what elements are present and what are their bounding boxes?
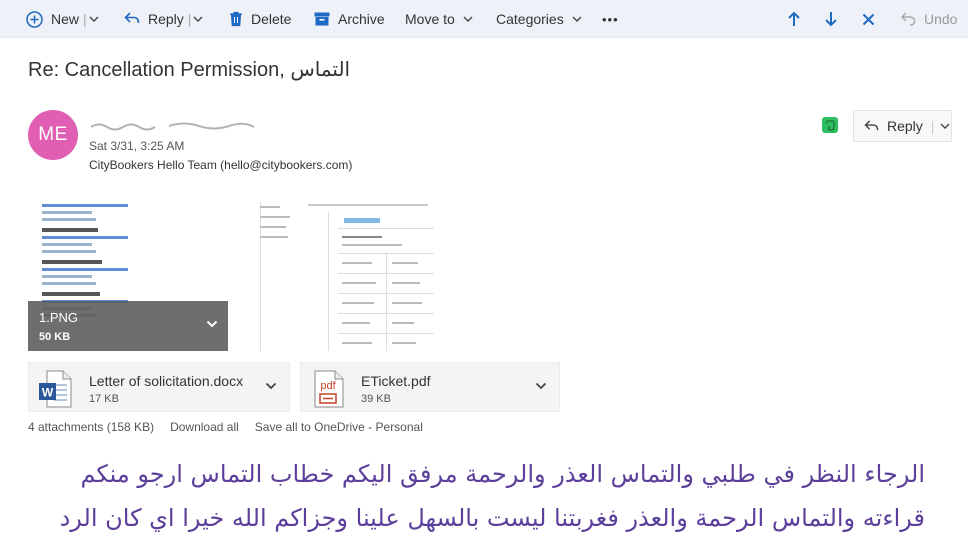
message-body: الرجاء النظر في طلبي والتماس العذر والرح…: [20, 452, 925, 540]
close-icon: [862, 13, 875, 25]
chevron-down-icon[interactable]: [193, 14, 203, 24]
categories-label: Categories: [496, 11, 564, 27]
message-date: Sat 3/31, 3:25 AM: [89, 139, 185, 153]
move-to-label: Move to: [405, 11, 455, 27]
chevron-down-icon: [572, 16, 582, 22]
attachments-bar: 4 attachments (158 KB) Download all Save…: [28, 420, 439, 434]
sender-avatar[interactable]: ME: [28, 110, 78, 160]
file-attachment-pdf[interactable]: pdf ETicket.pdf 39 KB: [300, 362, 560, 412]
new-button[interactable]: New |: [26, 0, 99, 38]
image-attachment-size: 50 KB: [39, 331, 71, 343]
more-actions-button[interactable]: •••: [602, 0, 619, 38]
image-attachment-name: 1.PNG: [39, 310, 79, 325]
arrow-down-icon: [825, 12, 837, 27]
sender-name-redacted: [89, 118, 259, 132]
reply-label: Reply: [887, 118, 923, 134]
image-attachment-caption[interactable]: 1.PNG 50 KB: [28, 301, 228, 351]
undo-icon: [901, 12, 916, 26]
chevron-down-icon[interactable]: [265, 381, 277, 391]
archive-icon: [314, 12, 330, 26]
close-button[interactable]: [862, 0, 875, 38]
reply-toolbar-button[interactable]: Reply |: [124, 0, 203, 38]
move-to-button[interactable]: Move to: [405, 0, 473, 38]
word-icon: W: [39, 370, 72, 408]
previous-message-button[interactable]: [787, 0, 801, 38]
svg-text:W: W: [42, 386, 54, 400]
reply-label: Reply: [148, 11, 184, 27]
undo-button[interactable]: Undo: [901, 0, 957, 38]
arrow-up-icon: [788, 11, 800, 26]
chevron-down-icon[interactable]: [940, 121, 950, 131]
undo-label: Undo: [924, 11, 958, 27]
recipient[interactable]: CityBookers Hello Team (hello@citybooker…: [89, 158, 352, 172]
evernote-icon[interactable]: [822, 117, 838, 133]
file-attachment-name: ETicket.pdf: [361, 373, 431, 389]
file-attachment-size: 17 KB: [89, 393, 119, 405]
reply-arrow-icon: [124, 12, 140, 24]
categories-button[interactable]: Categories: [496, 0, 582, 38]
archive-label: Archive: [338, 11, 385, 27]
more-icon: •••: [602, 11, 619, 27]
chevron-down-icon[interactable]: [206, 319, 218, 329]
file-attachment-name: Letter of solicitation.docx: [89, 373, 244, 389]
save-onedrive-link[interactable]: Save all to OneDrive - Personal: [255, 420, 423, 434]
pdf-icon: pdf: [314, 370, 344, 408]
next-message-button[interactable]: [824, 0, 838, 38]
chevron-down-icon: [463, 16, 473, 22]
file-attachment-size: 39 KB: [361, 393, 391, 405]
reply-button[interactable]: Reply |: [853, 110, 952, 142]
svg-text:pdf: pdf: [320, 380, 336, 392]
chevron-down-icon[interactable]: [89, 14, 99, 24]
delete-label: Delete: [251, 11, 292, 27]
delete-button[interactable]: Delete: [229, 0, 291, 38]
file-attachment-docx[interactable]: W Letter of solicitation.docx 17 KB: [28, 362, 290, 412]
trash-icon: [230, 11, 242, 27]
command-toolbar: New | Reply | Delete Archive Move to Cat…: [0, 0, 968, 38]
message-subject: Re: Cancellation Permission, التماس: [28, 59, 351, 81]
image-attachment-thumbnail-2[interactable]: [252, 198, 434, 351]
plus-circle-icon: [26, 10, 43, 28]
new-label: New: [51, 11, 80, 27]
archive-button[interactable]: Archive: [314, 0, 385, 38]
attachments-summary: 4 attachments (158 KB): [28, 420, 155, 434]
chevron-down-icon[interactable]: [535, 381, 547, 391]
download-all-link[interactable]: Download all: [170, 420, 239, 434]
body-line: قراءته والتماس الرحمة والعذر فغربتنا ليس…: [59, 504, 925, 532]
body-line: الرجاء النظر في طلبي والتماس العذر والرح…: [80, 460, 925, 488]
reply-arrow-icon: [864, 119, 879, 130]
